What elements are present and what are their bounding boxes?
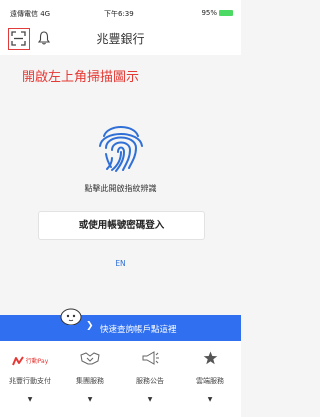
password-login-button[interactable]: 或使用帳號密碼登入 — [38, 211, 205, 240]
clock: 下午6:39 — [104, 10, 134, 18]
tab-megapay[interactable]: 行動Pay 兆豐行動支付 ▼ — [0, 341, 60, 417]
chevron-down-icon: ▼ — [147, 396, 153, 403]
bottom-tab-bar: 行動Pay 兆豐行動支付 ▼ 集團服務 ▼ 服務公告 ▼ 雲端服務 ▼ — [0, 341, 241, 417]
battery-icon — [219, 10, 233, 16]
app-header: 兆豐銀行 — [0, 22, 241, 55]
page-title: 兆豐銀行 — [96, 32, 145, 46]
language-toggle[interactable]: EN — [0, 259, 241, 268]
chevron-down-icon: ▼ — [207, 396, 213, 403]
banner-label: 快速查詢帳戶點這裡 — [100, 325, 177, 335]
chevron-down-icon: ▼ — [87, 396, 93, 403]
mascot-icon — [60, 308, 82, 325]
tab-cloud-services[interactable]: 雲端服務 ▼ — [180, 341, 240, 417]
status-bar: 遠傳電信 4G 下午6:39 95% — [0, 0, 241, 22]
megapay-badge: 行動Pay — [25, 358, 49, 365]
carrier-label: 遠傳電信 4G — [10, 10, 51, 18]
tab-group-services[interactable]: 集團服務 ▼ — [60, 341, 120, 417]
tab-label: 雲端服務 — [196, 377, 224, 385]
battery-percent: 95% — [201, 9, 217, 17]
chevron-right-icon: ❯ — [86, 321, 94, 331]
tab-label: 兆豐行動支付 — [9, 377, 51, 385]
tab-announcements[interactable]: 服務公告 ▼ — [120, 341, 180, 417]
fingerprint-icon[interactable] — [96, 118, 146, 174]
quick-query-banner[interactable]: ❯ 快速查詢帳戶點這裡 — [0, 315, 241, 341]
handshake-icon — [80, 352, 100, 365]
scan-hint-text: 開啟左上角掃描圖示 — [22, 70, 140, 85]
megaphone-icon — [142, 351, 159, 365]
star-icon — [203, 351, 217, 365]
fingerprint-label[interactable]: 點擊此開啟指紋辨識 — [0, 183, 241, 194]
tab-label: 集團服務 — [76, 377, 104, 385]
battery-indicator: 95% — [201, 9, 233, 17]
chevron-down-icon: ▼ — [27, 396, 33, 403]
megapay-icon: 行動Pay — [0, 350, 60, 365]
tab-label: 服務公告 — [136, 377, 164, 385]
